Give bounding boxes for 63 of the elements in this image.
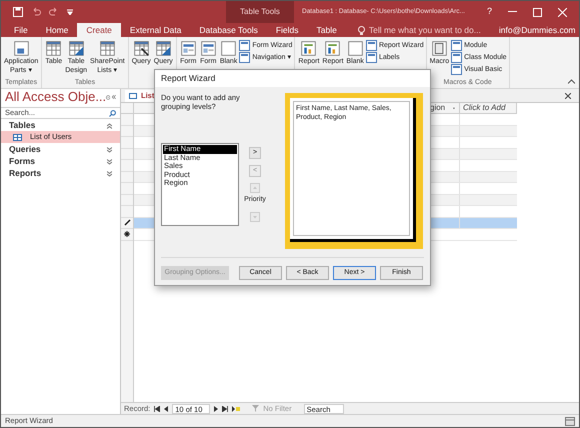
nav-pane-title: All Access Obje...: [5, 89, 106, 105]
minimize-icon[interactable]: [508, 11, 517, 13]
dialog-title: Report Wizard: [161, 72, 216, 85]
small-command-icon: [239, 40, 250, 51]
small-command-icon: [451, 52, 462, 63]
small-command-icon: [239, 52, 250, 63]
customize-icon[interactable]: [67, 9, 73, 15]
search-icon[interactable]: [109, 110, 116, 116]
contextual-tab-title: Table Tools: [226, 1, 294, 23]
table-icon: [13, 134, 22, 140]
blank-page-icon: [220, 40, 238, 57]
column-header[interactable]: Click to Add: [460, 103, 517, 113]
small-command-icon: [366, 40, 377, 51]
maximize-icon[interactable]: [533, 8, 542, 16]
collapse-pane-icon[interactable]: [112, 94, 116, 100]
expand-chevron-icon[interactable]: [107, 170, 112, 176]
new-record-button-icon[interactable]: [232, 406, 240, 412]
last-record-icon[interactable]: [222, 406, 228, 412]
report-icon: [324, 40, 342, 57]
expand-chevron-icon[interactable]: [107, 158, 112, 164]
nav-section-header[interactable]: Forms: [1, 156, 120, 167]
redo-icon[interactable]: [49, 7, 59, 17]
first-record-icon[interactable]: [154, 406, 160, 412]
ribbon-tab[interactable]: Create: [77, 23, 121, 37]
lightbulb-icon: [358, 26, 365, 34]
close-icon[interactable]: [565, 93, 571, 99]
collapse-ribbon-icon[interactable]: [568, 79, 575, 84]
small-command-icon: [366, 52, 377, 63]
undo-icon[interactable]: [31, 7, 41, 17]
expand-chevron-icon[interactable]: [107, 146, 112, 152]
nav-section-header[interactable]: Reports: [1, 168, 120, 179]
table-icon: [98, 40, 116, 57]
dropdown-icon[interactable]: [106, 94, 110, 100]
nav-section-header[interactable]: Queries: [1, 144, 120, 155]
query-icon: [132, 40, 150, 57]
new-record-icon: [124, 231, 130, 238]
small-command-icon: [451, 64, 462, 75]
nav-section-header[interactable]: Tables: [1, 120, 120, 131]
ribbon-tab[interactable]: File: [5, 23, 37, 37]
filter-icon: [252, 405, 260, 412]
document-icon: [12, 40, 30, 57]
help-button[interactable]: ?: [478, 1, 500, 23]
blank-page-icon: [346, 40, 364, 57]
form-icon: [200, 40, 217, 57]
table-design-icon: [154, 40, 172, 57]
datasheet-view-icon[interactable]: [565, 416, 575, 426]
collapse-chevron-icon[interactable]: [107, 122, 112, 128]
ribbon-tab[interactable]: External Data: [120, 23, 190, 37]
tell-me-field[interactable]: Tell me what you want to do...: [368, 24, 499, 36]
ribbon-tab[interactable]: Table: [308, 23, 346, 37]
report-icon: [300, 40, 318, 57]
save-icon[interactable]: [13, 7, 23, 17]
table-icon: [129, 93, 137, 99]
table-design-icon: [68, 40, 85, 57]
ribbon-tab[interactable]: Fields: [266, 23, 308, 37]
next-record-icon[interactable]: [214, 406, 218, 412]
ribbon-tab[interactable]: Home: [36, 23, 78, 37]
table-icon: [45, 40, 62, 57]
ribbon-tab[interactable]: Database Tools: [190, 23, 267, 37]
account-name[interactable]: info@Dummies.com: [498, 23, 576, 37]
previous-record-icon[interactable]: [164, 406, 168, 412]
form-icon: [180, 40, 197, 57]
small-command-icon: [451, 40, 462, 51]
